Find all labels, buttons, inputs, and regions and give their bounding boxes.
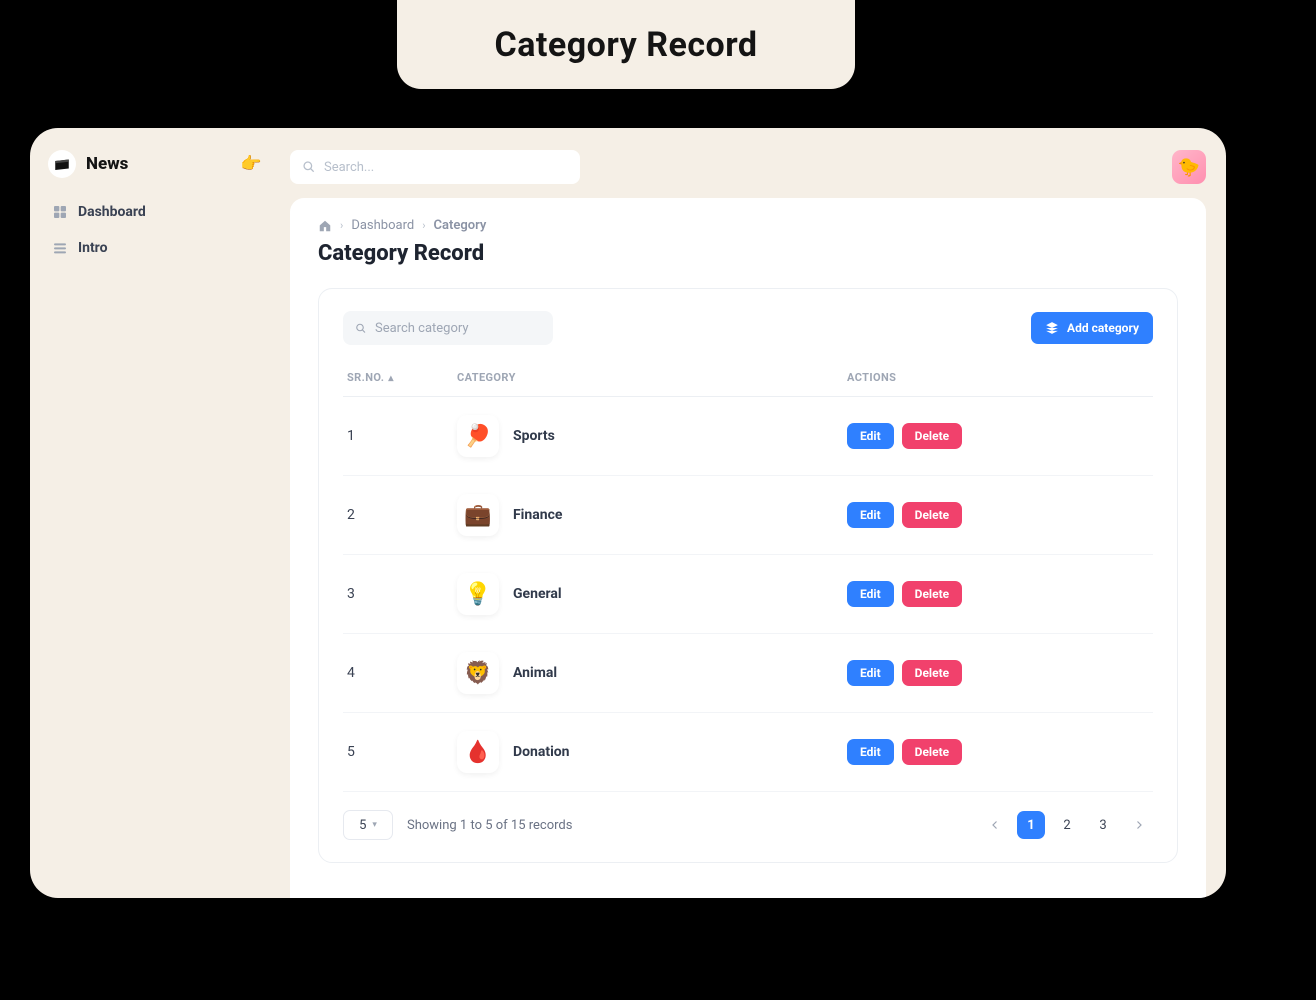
- layers-icon: [1045, 321, 1059, 335]
- category-name: Sports: [513, 428, 555, 444]
- col-category[interactable]: CATEGORY: [453, 363, 843, 397]
- title-card-text: Category Record: [494, 25, 757, 65]
- home-icon[interactable]: [318, 219, 332, 233]
- breadcrumb-current: Category: [434, 218, 487, 233]
- cell-actions: Edit Delete: [843, 555, 1153, 634]
- col-actions: ACTIONS: [843, 363, 1153, 397]
- page-title: Category Record: [318, 241, 1178, 266]
- cell-actions: Edit Delete: [843, 476, 1153, 555]
- category-name: Donation: [513, 744, 570, 760]
- logo[interactable]: News 👈: [44, 148, 266, 194]
- cell-category: 💼 Finance: [453, 476, 843, 555]
- category-icon: 🦁: [457, 652, 499, 694]
- chevron-right-icon: [1133, 819, 1145, 831]
- category-search[interactable]: [343, 311, 553, 345]
- hand-pointing-icon[interactable]: 👈: [241, 154, 262, 174]
- pagination: 5 ▾ Showing 1 to 5 of 15 records 123: [343, 810, 1153, 840]
- cell-actions: Edit Delete: [843, 713, 1153, 792]
- chevron-right-icon: ›: [340, 219, 343, 232]
- cell-srno: 3: [343, 555, 453, 634]
- edit-button[interactable]: Edit: [847, 423, 894, 449]
- cell-srno: 1: [343, 397, 453, 476]
- cell-actions: Edit Delete: [843, 634, 1153, 713]
- page-1[interactable]: 1: [1017, 811, 1045, 839]
- main-content: › Dashboard › Category Category Record A…: [290, 198, 1206, 898]
- category-name: General: [513, 586, 562, 602]
- chevron-down-icon: ▾: [372, 820, 377, 830]
- edit-button[interactable]: Edit: [847, 581, 894, 607]
- table-row: 2💼 Finance Edit Delete: [343, 476, 1153, 555]
- category-icon: 🏓: [457, 415, 499, 457]
- sort-asc-icon: ▴: [388, 373, 393, 384]
- page-2[interactable]: 2: [1053, 811, 1081, 839]
- breadcrumb-dashboard[interactable]: Dashboard: [351, 218, 414, 233]
- search-icon: [302, 160, 316, 174]
- avatar[interactable]: 🐤: [1172, 150, 1206, 184]
- category-card: Add category SR.NO.▴ CATEGORY ACTIONS 1🏓…: [318, 288, 1178, 863]
- sidebar: News 👈 Dashboard Intro: [30, 128, 280, 898]
- page-3[interactable]: 3: [1089, 811, 1117, 839]
- category-icon: 💡: [457, 573, 499, 615]
- edit-button[interactable]: Edit: [847, 739, 894, 765]
- edit-button[interactable]: Edit: [847, 502, 894, 528]
- delete-button[interactable]: Delete: [902, 581, 962, 607]
- table-row: 3💡 General Edit Delete: [343, 555, 1153, 634]
- category-search-input[interactable]: [375, 321, 541, 336]
- cell-category: 🩸 Donation: [453, 713, 843, 792]
- delete-button[interactable]: Delete: [902, 660, 962, 686]
- col-srno[interactable]: SR.NO.▴: [343, 363, 453, 397]
- delete-button[interactable]: Delete: [902, 423, 962, 449]
- sidebar-item-intro[interactable]: Intro: [44, 230, 266, 266]
- sidebar-item-label: Dashboard: [78, 204, 146, 220]
- app-window: News 👈 Dashboard Intro 🐤 › Dashboard › C…: [30, 128, 1226, 898]
- cell-srno: 5: [343, 713, 453, 792]
- showing-text: Showing 1 to 5 of 15 records: [407, 818, 572, 833]
- add-category-button[interactable]: Add category: [1031, 312, 1153, 344]
- title-card: Category Record: [397, 0, 855, 89]
- page-prev[interactable]: [981, 811, 1009, 839]
- cell-category: 🦁 Animal: [453, 634, 843, 713]
- cell-srno: 2: [343, 476, 453, 555]
- add-category-label: Add category: [1067, 321, 1139, 335]
- global-search-input[interactable]: [324, 160, 568, 175]
- category-icon: 🩸: [457, 731, 499, 773]
- sidebar-item-label: Intro: [78, 240, 108, 256]
- cell-srno: 4: [343, 634, 453, 713]
- table-row: 4🦁 Animal Edit Delete: [343, 634, 1153, 713]
- category-icon: 💼: [457, 494, 499, 536]
- sliders-icon: [52, 240, 68, 256]
- delete-button[interactable]: Delete: [902, 502, 962, 528]
- page-next[interactable]: [1125, 811, 1153, 839]
- logo-icon: [48, 150, 76, 178]
- page-size-select[interactable]: 5 ▾: [343, 810, 393, 840]
- logo-text: News: [86, 154, 128, 174]
- topbar: 🐤: [290, 150, 1206, 184]
- category-name: Animal: [513, 665, 557, 681]
- global-search[interactable]: [290, 150, 580, 184]
- category-name: Finance: [513, 507, 562, 523]
- category-table: SR.NO.▴ CATEGORY ACTIONS 1🏓 Sports Edit Del…: [343, 363, 1153, 792]
- delete-button[interactable]: Delete: [902, 739, 962, 765]
- sidebar-item-dashboard[interactable]: Dashboard: [44, 194, 266, 230]
- chevron-right-icon: ›: [422, 219, 425, 232]
- cell-category: 🏓 Sports: [453, 397, 843, 476]
- cell-category: 💡 General: [453, 555, 843, 634]
- edit-button[interactable]: Edit: [847, 660, 894, 686]
- page-size-value: 5: [359, 818, 366, 833]
- table-row: 5🩸 Donation Edit Delete: [343, 713, 1153, 792]
- table-row: 1🏓 Sports Edit Delete: [343, 397, 1153, 476]
- cell-actions: Edit Delete: [843, 397, 1153, 476]
- grid-icon: [52, 204, 68, 220]
- breadcrumb: › Dashboard › Category: [318, 218, 1178, 233]
- search-icon: [355, 322, 367, 335]
- chevron-left-icon: [989, 819, 1001, 831]
